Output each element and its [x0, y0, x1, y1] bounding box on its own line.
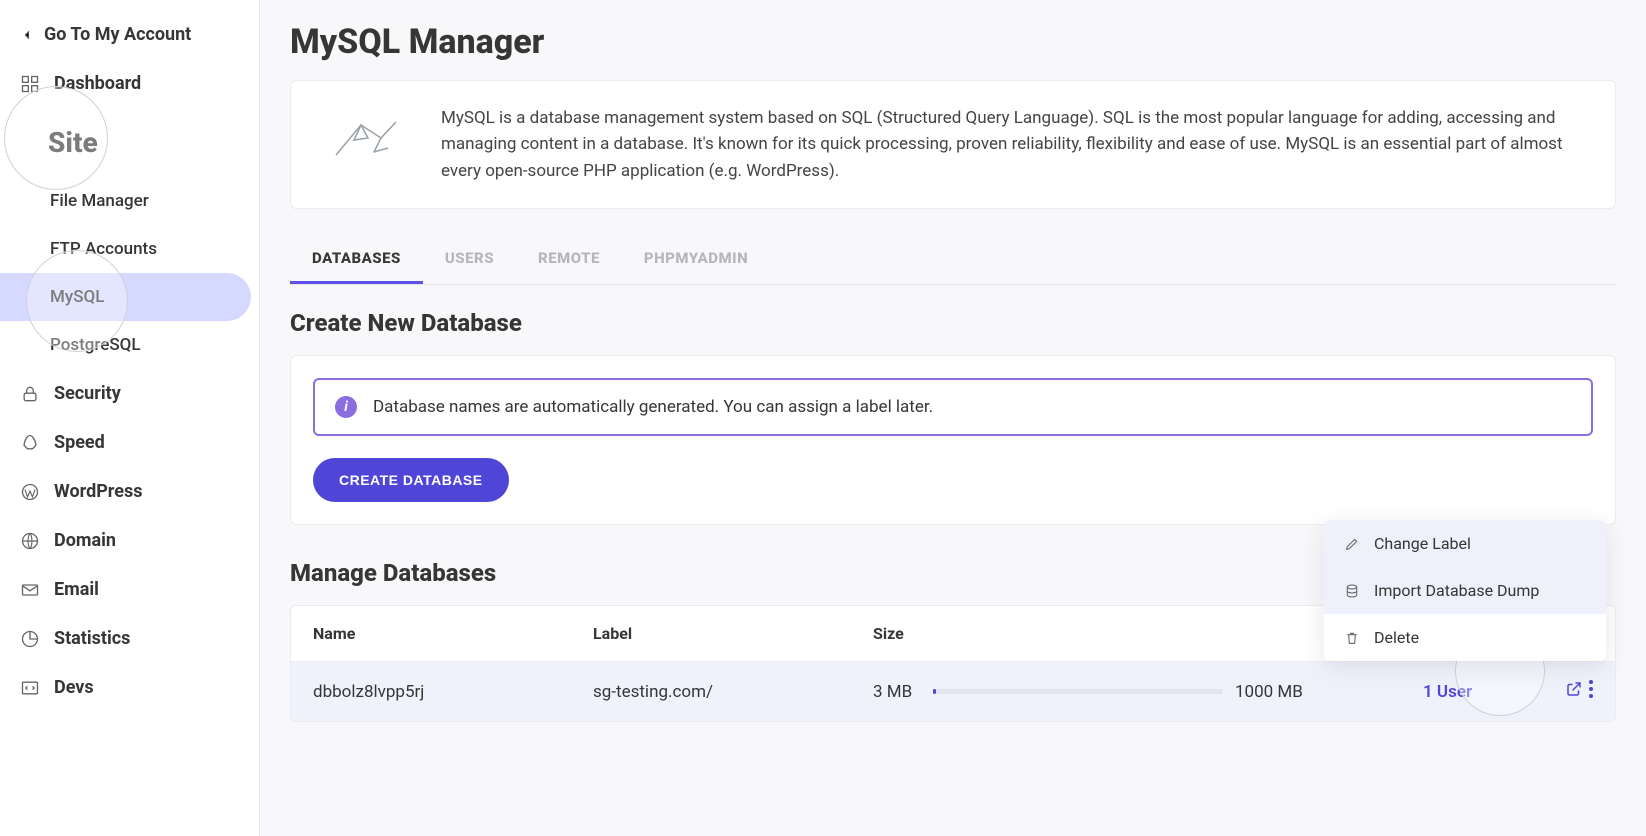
sidebar: Go To My Account Dashboard Site File Man… [0, 0, 260, 836]
col-header-label: Label [593, 624, 873, 643]
sidebar-item-domain[interactable]: Domain [0, 516, 259, 565]
dropdown-item-label: Change Label [1374, 534, 1471, 553]
info-icon: i [335, 396, 357, 418]
dropdown-delete[interactable]: Delete [1324, 614, 1606, 661]
sidebar-item-label: File Manager [50, 191, 149, 211]
table-row: dbbolz8lvpp5rj sg-testing.com/ 3 MB 1000… [291, 662, 1615, 721]
db-size-max: 1000 MB [1235, 682, 1313, 702]
sidebar-item-security[interactable]: Security [0, 369, 259, 418]
db-name-cell: dbbolz8lvpp5rj [313, 682, 593, 702]
sidebar-item-label: Dashboard [54, 73, 141, 94]
db-size-bar [933, 689, 1223, 694]
sidebar-item-label: Statistics [54, 628, 130, 649]
dropdown-item-label: Import Database Dump [1374, 581, 1539, 600]
sidebar-item-label: PostgreSQL [50, 335, 141, 355]
sidebar-item-mysql[interactable]: MySQL [0, 273, 251, 321]
arrow-left-icon [20, 28, 34, 42]
sidebar-item-ftp-accounts[interactable]: FTP Accounts [0, 225, 259, 273]
globe-icon [20, 531, 40, 551]
lock-icon [20, 384, 40, 404]
create-database-card: i Database names are automatically gener… [290, 355, 1616, 525]
col-header-name: Name [313, 624, 593, 643]
page-title: MySQL Manager [290, 22, 1616, 62]
intro-card: MySQL is a database management system ba… [290, 80, 1616, 209]
sidebar-item-label: Devs [54, 677, 94, 698]
main-content: MySQL Manager MySQL is a database manage… [260, 0, 1646, 836]
dropdown-change-label[interactable]: Change Label [1324, 520, 1606, 567]
sidebar-item-label: Speed [54, 432, 105, 453]
db-users-link[interactable]: 1 User [1423, 682, 1533, 702]
sidebar-item-file-manager[interactable]: File Manager [0, 177, 259, 225]
dropdown-import-dump[interactable]: Import Database Dump [1324, 567, 1606, 614]
row-actions-dropdown: Change Label Import Database Dump Delete [1324, 520, 1606, 661]
back-to-account-link[interactable]: Go To My Account [0, 10, 259, 59]
create-database-button[interactable]: CREATE DATABASE [313, 458, 509, 502]
db-label-cell: sg-testing.com/ [593, 682, 873, 702]
info-banner-text: Database names are automatically generat… [373, 397, 933, 417]
sidebar-item-label: Site [48, 126, 98, 159]
sidebar-item-label: Security [54, 383, 121, 404]
sidebar-item-label: FTP Accounts [50, 239, 157, 259]
sidebar-item-label: Email [54, 579, 99, 600]
external-link-icon[interactable] [1565, 680, 1583, 703]
sidebar-item-label: MySQL [50, 287, 104, 307]
mail-icon [20, 580, 40, 600]
rocket-icon [20, 433, 40, 453]
sidebar-item-postgresql[interactable]: PostgreSQL [0, 321, 259, 369]
dashboard-icon [20, 74, 40, 94]
sidebar-item-devs[interactable]: Devs [0, 663, 259, 712]
back-link-label: Go To My Account [44, 24, 191, 45]
tabs: DATABASES USERS REMOTE PHPMYADMIN [290, 235, 1616, 285]
pie-chart-icon [20, 629, 40, 649]
sidebar-item-statistics[interactable]: Statistics [0, 614, 259, 663]
pencil-icon [1344, 536, 1360, 552]
sidebar-item-label: Domain [54, 530, 116, 551]
intro-text: MySQL is a database management system ba… [441, 105, 1585, 184]
create-heading: Create New Database [290, 309, 1616, 337]
mysql-logo-icon [321, 105, 411, 175]
sidebar-item-label: WordPress [54, 481, 142, 502]
db-size-cell: 3 MB 1000 MB [873, 682, 1423, 702]
dropdown-item-label: Delete [1374, 628, 1419, 647]
sidebar-item-wordpress[interactable]: WordPress [0, 467, 259, 516]
tab-databases[interactable]: DATABASES [290, 235, 423, 284]
tab-phpmyadmin[interactable]: PHPMYADMIN [622, 235, 770, 284]
info-banner: i Database names are automatically gener… [313, 378, 1593, 436]
tab-users[interactable]: USERS [423, 235, 516, 284]
sidebar-item-email[interactable]: Email [0, 565, 259, 614]
sidebar-item-dashboard[interactable]: Dashboard [0, 59, 259, 108]
database-icon [1344, 583, 1360, 599]
row-actions-menu-button[interactable] [1589, 680, 1593, 703]
code-icon [20, 678, 40, 698]
db-size-value: 3 MB [873, 682, 921, 702]
sidebar-item-speed[interactable]: Speed [0, 418, 259, 467]
wordpress-icon [20, 482, 40, 502]
sidebar-item-site[interactable]: Site [0, 108, 259, 177]
trash-icon [1344, 630, 1360, 646]
tab-remote[interactable]: REMOTE [516, 235, 622, 284]
